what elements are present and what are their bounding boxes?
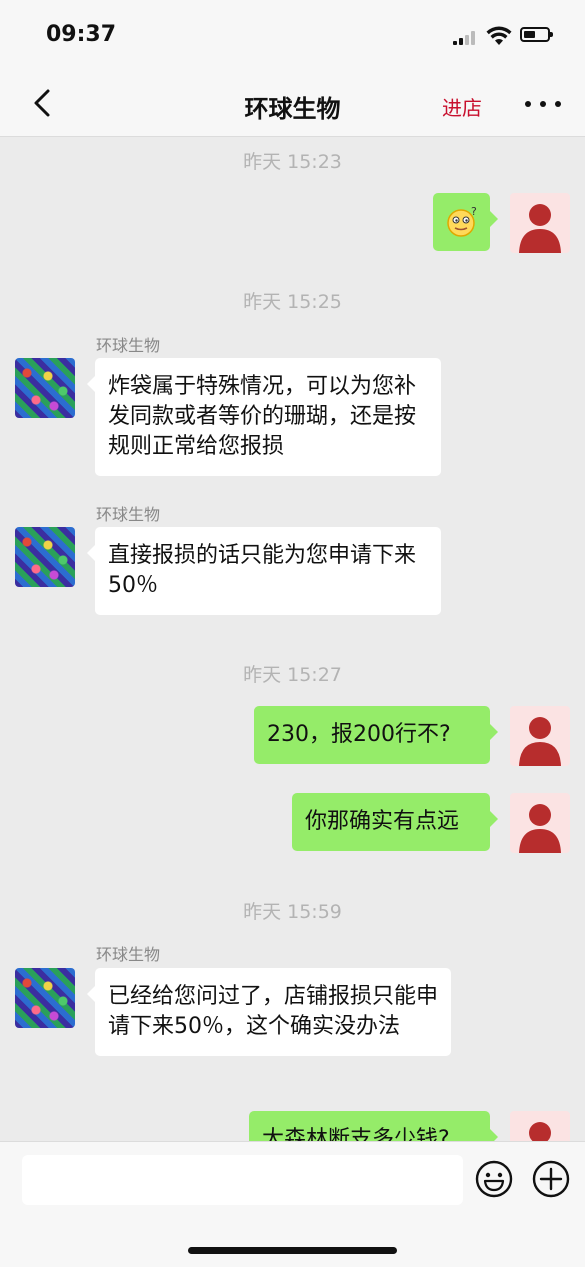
person-icon [529,1122,551,1141]
my-avatar[interactable] [510,1111,570,1141]
sender-name: 环球生物 [96,505,161,524]
input-bar [0,1141,585,1267]
my-avatar[interactable] [510,193,570,253]
outgoing-emoji-message[interactable]: ? [433,193,498,251]
home-indicator[interactable] [188,1247,397,1254]
person-icon [519,204,561,253]
shop-avatar[interactable] [15,358,75,418]
outgoing-message[interactable]: 230，报200行不? [254,706,498,764]
timestamp: 昨天 15:27 [243,664,342,686]
incoming-message[interactable]: 已经给您问过了，店铺报损只能申请下来50％，这个确实没办法 [87,968,451,1056]
incoming-message[interactable]: 炸袋属于特殊情况，可以为您补发同款或者等价的珊瑚，还是按规则正常给您报损 [87,358,441,476]
incoming-message[interactable]: 直接报损的话只能为您申请下来50％ [87,527,441,615]
emoji-icon[interactable] [474,1159,514,1199]
timestamp: 昨天 15:59 [243,901,342,923]
my-avatar[interactable] [510,706,570,766]
plus-icon[interactable] [531,1159,571,1199]
chat-header: 环球生物 进店 [0,70,585,137]
wifi-icon [486,26,512,45]
status-time: 09:37 [46,22,117,47]
outgoing-message[interactable]: 你那确实有点远 [292,793,498,851]
person-icon [519,717,561,766]
outgoing-message[interactable]: 大森林断支多少钱? [249,1111,498,1141]
shop-avatar[interactable] [15,968,75,1028]
status-bar: 09:37 [0,0,585,70]
timestamp: 昨天 15:25 [243,291,342,313]
shop-avatar[interactable] [15,527,75,587]
more-icon[interactable] [525,101,561,107]
thinking-emoji-icon: ? [447,205,477,237]
message-input[interactable] [22,1155,463,1205]
person-icon [519,804,561,853]
battery-icon [520,27,553,42]
svg-text:?: ? [471,205,477,218]
sender-name: 环球生物 [96,336,161,355]
my-avatar[interactable] [510,793,570,853]
cellular-signal-icon [453,31,479,45]
message-list[interactable]: 昨天 15:23 ? 昨天 15:25 环球生物 炸袋属于特殊情况，可以为您补发… [0,137,585,1141]
timestamp: 昨天 15:23 [243,151,342,173]
chat-title: 环球生物 [244,95,341,123]
enter-store-button[interactable]: 进店 [442,92,482,121]
sender-name: 环球生物 [96,945,161,964]
